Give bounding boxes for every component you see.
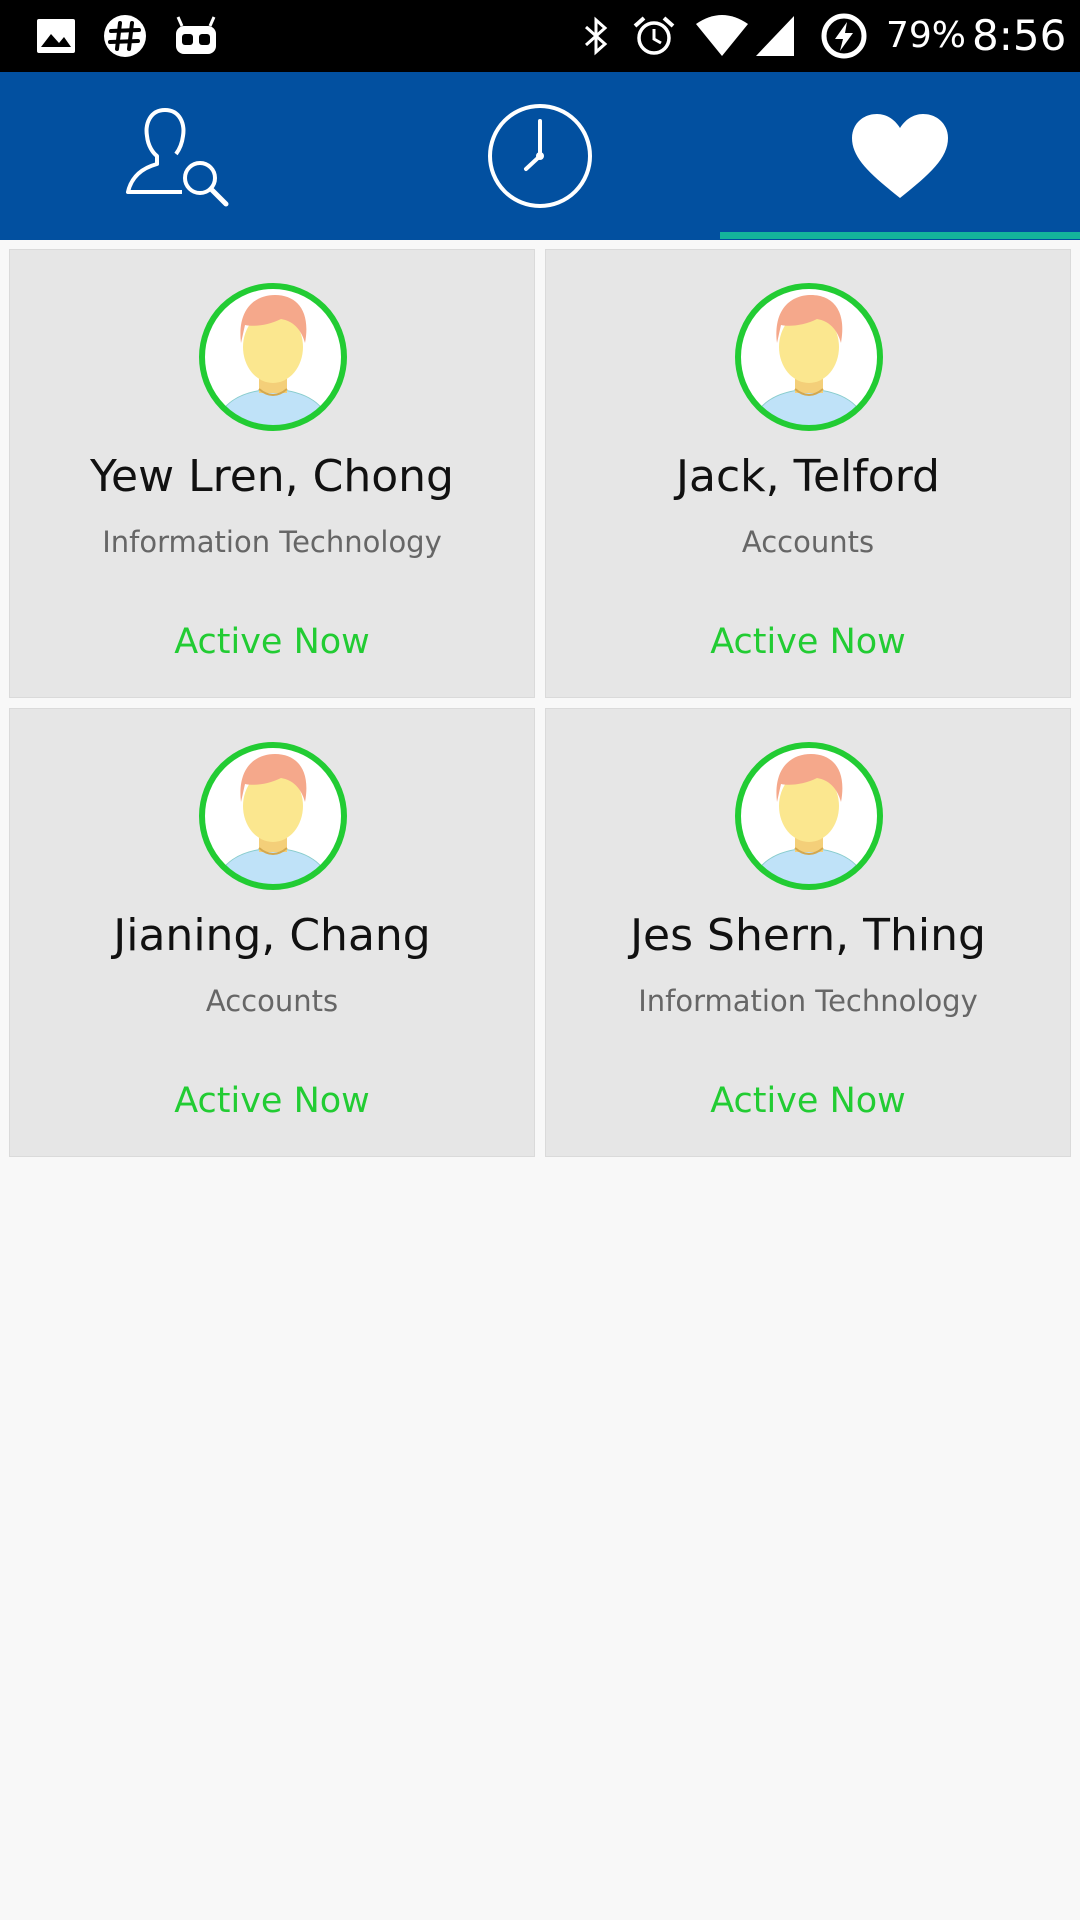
avatar-icon: [735, 742, 883, 890]
contact-card[interactable]: Jianing, Chang Accounts Active Now: [9, 708, 535, 1157]
clock-time: 8:56: [972, 11, 1067, 60]
contact-name: Jianing, Chang: [113, 910, 431, 961]
bluetooth-icon: [584, 16, 608, 56]
contact-status: Active Now: [710, 622, 906, 662]
status-bar: 79% 8:56: [0, 0, 1080, 72]
contact-card[interactable]: Yew Lren, Chong Information Technology A…: [9, 249, 535, 698]
contact-card[interactable]: Jack, Telford Accounts Active Now: [545, 249, 1071, 698]
contact-status: Active Now: [174, 622, 370, 662]
contact-name: Jes Shern, Thing: [630, 910, 986, 961]
avatar-icon: [199, 742, 347, 890]
battery-percentage: 79%: [886, 15, 967, 56]
contact-department: Information Technology: [102, 525, 442, 559]
tab-favorites[interactable]: [720, 72, 1080, 240]
contact-department: Information Technology: [638, 984, 978, 1018]
contact-card[interactable]: Jes Shern, Thing Information Technology …: [545, 708, 1071, 1157]
slack-icon: [104, 15, 146, 57]
tab-search-contacts[interactable]: [0, 72, 360, 240]
contact-status: Active Now: [174, 1081, 370, 1121]
tab-recent[interactable]: [360, 72, 720, 240]
contact-name: Jack, Telford: [676, 451, 940, 502]
alarm-icon: [633, 16, 675, 55]
contact-name: Yew Lren, Chong: [90, 451, 454, 502]
active-tab-indicator: [720, 232, 1080, 239]
robot-icon: [176, 16, 216, 54]
heart-icon: [852, 114, 948, 198]
avatar-icon: [735, 283, 883, 431]
contact-status: Active Now: [710, 1081, 906, 1121]
avatar-icon: [199, 283, 347, 431]
contact-department: Accounts: [741, 525, 875, 559]
contact-department: Accounts: [205, 984, 339, 1018]
tab-bar: [0, 72, 1080, 240]
signal-icon: [756, 16, 794, 56]
user-search-icon: [126, 108, 229, 207]
battery-charging-icon: [821, 13, 867, 59]
image-notification-icon: [37, 19, 75, 53]
clock-icon: [488, 104, 592, 208]
wifi-icon: [696, 15, 748, 56]
